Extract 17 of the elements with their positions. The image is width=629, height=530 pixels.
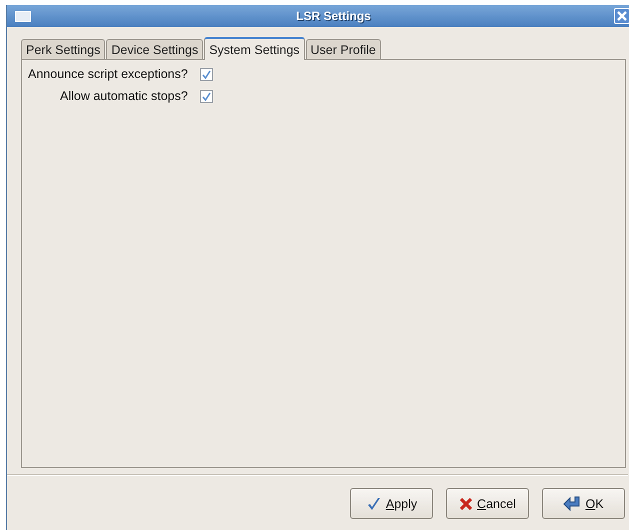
option-label: Announce script exceptions? [27, 66, 189, 82]
window-title: LSR Settings [296, 9, 371, 23]
cross-icon [459, 496, 474, 510]
close-button[interactable] [614, 8, 629, 24]
return-arrow-icon [563, 496, 582, 512]
cancel-button[interactable]: Cancel [446, 488, 529, 519]
checkbox[interactable] [200, 90, 213, 103]
apply-button[interactable]: Apply [350, 488, 433, 519]
option-label: Allow automatic stops? [58, 88, 189, 104]
tab[interactable]: Device Settings [106, 39, 204, 59]
tab[interactable]: Perk Settings [21, 39, 106, 59]
tab[interactable]: System Settings [204, 37, 305, 60]
tab[interactable]: User Profile [306, 39, 381, 59]
checkmark-icon [366, 496, 382, 512]
ok-button[interactable]: OK [542, 488, 625, 519]
checkbox[interactable] [200, 68, 213, 81]
window-menu-icon[interactable] [15, 10, 31, 22]
